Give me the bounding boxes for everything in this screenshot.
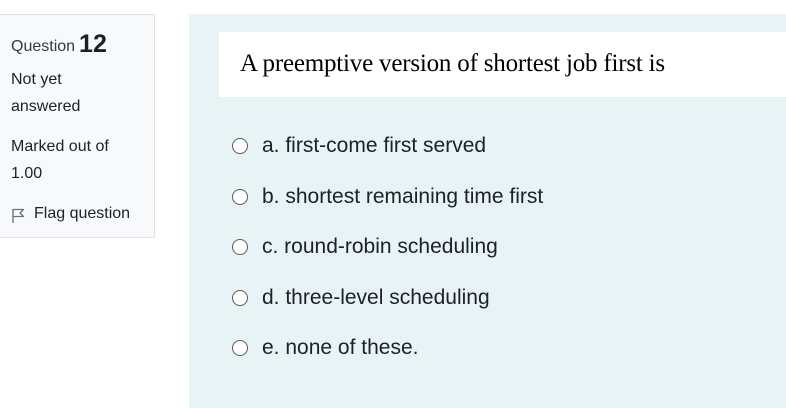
radio-button-e[interactable] — [232, 340, 248, 356]
question-number-line: Question 12 — [11, 29, 154, 59]
question-number: 12 — [79, 30, 107, 58]
answer-option-d[interactable]: d. three-level scheduling — [232, 283, 543, 334]
flag-icon — [11, 206, 25, 223]
answer-label-e[interactable]: e. none of these. — [262, 333, 418, 363]
answer-label-a[interactable]: a. first-come first served — [262, 131, 486, 161]
radio-button-b[interactable] — [232, 188, 248, 205]
question-content: A preemptive version of shortest job fir… — [189, 14, 786, 408]
question-state: Not yet answered — [11, 66, 154, 120]
answer-label-b[interactable]: b. shortest remaining time first — [262, 182, 543, 212]
radio-button-d[interactable] — [232, 289, 248, 306]
question-grade: Marked out of 1.00 — [11, 133, 154, 187]
state-line-1: Not yet — [11, 71, 62, 88]
answer-label-c[interactable]: c. round-robin scheduling — [262, 232, 498, 262]
answer-option-c[interactable]: c. round-robin scheduling — [232, 232, 543, 283]
grade-line-1: Marked out of — [11, 138, 109, 155]
answer-option-a[interactable]: a. first-come first served — [232, 131, 543, 182]
answer-list: a. first-come first served b. shortest r… — [232, 131, 543, 384]
flag-question-button[interactable]: Flag question — [11, 200, 154, 227]
radio-button-c[interactable] — [232, 239, 248, 255]
question-text-box: A preemptive version of shortest job fir… — [219, 32, 786, 97]
answer-option-e[interactable]: e. none of these. — [232, 333, 543, 384]
grade-line-2: 1.00 — [11, 165, 43, 182]
question-text: A preemptive version of shortest job fir… — [240, 49, 665, 77]
state-line-2: answered — [11, 98, 81, 115]
flag-question-label: Flag question — [34, 205, 131, 222]
answer-option-b[interactable]: b. shortest remaining time first — [232, 182, 543, 233]
question-label: Question — [11, 38, 76, 55]
question-info-panel: Question 12 Not yet answered Marked out o… — [0, 14, 155, 238]
radio-button-a[interactable] — [232, 138, 248, 154]
answer-label-d[interactable]: d. three-level scheduling — [262, 283, 490, 313]
